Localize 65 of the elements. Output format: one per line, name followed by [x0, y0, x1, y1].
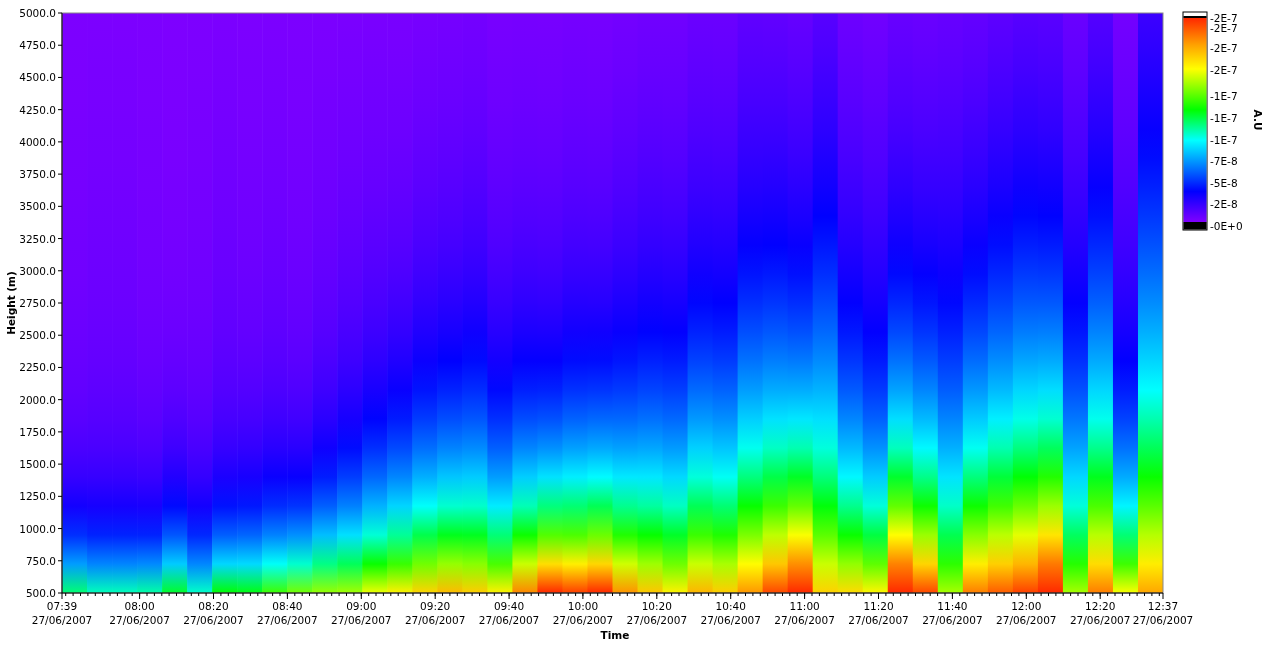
scale-tick-label: -2E-7	[1210, 12, 1238, 24]
y-tick-label: 4500.0	[19, 71, 56, 84]
x-tick-date: 27/06/2007	[1069, 614, 1131, 626]
x-tick-time: 12:20	[1085, 600, 1116, 612]
x-tick-time: 10:40	[715, 600, 746, 612]
x-tick-date: 27/06/2007	[552, 614, 614, 626]
y-tick-label: 2500.0	[19, 329, 56, 342]
scale-tick-label: -1E-7	[1210, 112, 1238, 124]
scale-tick-label: -1E-7	[1210, 134, 1238, 146]
y-tick-label: 3250.0	[19, 232, 56, 245]
x-tick-time: 10:20	[641, 600, 672, 612]
scale-tick-label: -2E-7	[1210, 22, 1238, 34]
x-tick-time: 12:37	[1147, 600, 1179, 612]
x-tick-date: 27/06/2007	[183, 614, 244, 626]
x-tick-date: 27/06/2007	[257, 614, 318, 626]
scale-title: A.U	[1252, 109, 1264, 131]
x-tick-date: 27/06/2007	[626, 614, 688, 626]
x-tick-time: 12:00	[1011, 600, 1042, 612]
x-tick-date: 27/06/2007	[848, 614, 909, 626]
x-tick-time: 08:40	[272, 600, 303, 612]
scale-tick-label: -7E-8	[1210, 155, 1238, 167]
y-tick-label: 4750.0	[19, 39, 56, 52]
x-tick-time: 10:00	[567, 600, 599, 612]
y-tick-label: 500.0	[25, 587, 56, 599]
x-tick-time: 09:40	[493, 600, 525, 612]
x-tick-time: 08:20	[198, 600, 229, 612]
scale-tick-label: -1E-7	[1210, 90, 1238, 102]
y-tick-label: 750.0	[25, 554, 56, 567]
scale-tick-label: -5E-8	[1210, 177, 1238, 189]
x-tick-time: 11:20	[863, 600, 894, 612]
x-tick-time: 09:00	[346, 600, 377, 612]
scale-tick-label: -2E-7	[1210, 64, 1238, 76]
y-tick-label: 4250.0	[19, 103, 56, 116]
scale-tick-label: -2E-8	[1210, 198, 1238, 210]
x-tick-date: 27/06/2007	[478, 614, 540, 626]
y-tick-label: 1000.0	[19, 522, 56, 535]
y-tick-label: 1750.0	[19, 425, 56, 438]
y-axis-title: Height (m)	[5, 271, 17, 335]
x-axis-title: Time	[600, 629, 630, 641]
y-tick-label: 3500.0	[19, 200, 56, 213]
y-tick-label: 2000.0	[19, 393, 56, 406]
x-tick-date: 27/06/2007	[996, 614, 1057, 626]
y-tick-label: 2750.0	[19, 297, 56, 309]
y-tick-label: 4000.0	[19, 135, 56, 148]
y-tick-label: 5000.0	[19, 7, 56, 19]
x-tick-time: 08:00	[124, 600, 155, 612]
scale-tick-label: -2E-7	[1210, 42, 1238, 54]
x-tick-time: 11:40	[937, 600, 968, 612]
y-tick-label: 1500.0	[19, 458, 56, 471]
y-tick-label: 3000.0	[19, 264, 56, 277]
y-tick-label: 1250.0	[19, 490, 56, 503]
x-tick-date: 27/06/2007	[331, 614, 392, 626]
y-tick-label: 3750.0	[19, 168, 56, 181]
x-tick-date: 27/06/2007	[774, 614, 835, 626]
x-tick-date: 27/06/2007	[404, 614, 466, 626]
x-tick-date: 27/06/2007	[31, 614, 93, 626]
x-tick-date: 27/06/2007	[1132, 614, 1194, 626]
x-tick-time: 11:00	[789, 600, 820, 612]
x-tick-date: 27/06/2007	[700, 614, 761, 626]
x-tick-date: 27/06/2007	[922, 614, 983, 626]
x-tick-date: 27/06/2007	[109, 614, 170, 626]
scale-tick-label: -0E+0	[1210, 220, 1243, 232]
y-tick-label: 2250.0	[19, 361, 56, 374]
x-tick-time: 09:20	[420, 600, 451, 612]
x-tick-time: 07:39	[46, 600, 78, 612]
